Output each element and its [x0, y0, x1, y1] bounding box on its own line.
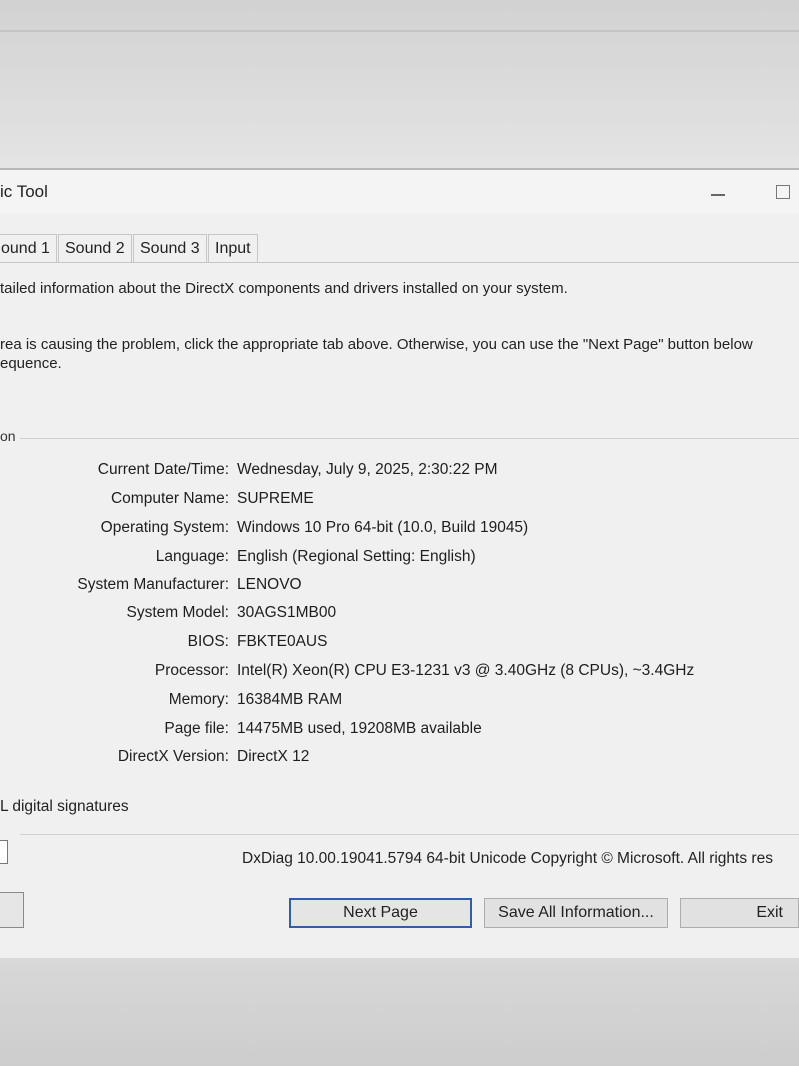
info-value: FBKTE0AUS: [237, 633, 328, 650]
info-row-bios: BIOS: FBKTE0AUS: [0, 633, 799, 659]
info-label: Page file:: [164, 720, 229, 737]
exit-button[interactable]: Exit: [680, 898, 799, 928]
info-row-page-file: Page file: 14475MB used, 19208MB availab…: [0, 720, 799, 746]
info-value: English (Regional Setting: English): [237, 548, 476, 565]
info-value: Wednesday, July 9, 2025, 2:30:22 PM: [237, 461, 498, 478]
background-bottom: [0, 958, 799, 1066]
dxdiag-window: ic Tool ound 1 Sound 2 Sound 3 Input tai…: [0, 168, 799, 960]
info-row-current-date-time: Current Date/Time: Wednesday, July 9, 20…: [0, 461, 799, 487]
background-top: [0, 0, 799, 168]
info-row-system-model: System Model: 30AGS1MB00: [0, 604, 799, 630]
next-page-button[interactable]: Next Page: [289, 898, 472, 928]
info-value: LENOVO: [237, 576, 302, 593]
tab-sound-2[interactable]: Sound 2: [58, 234, 132, 262]
progress-box: [0, 840, 8, 864]
tab-sound-1[interactable]: ound 1: [0, 234, 57, 262]
info-value: 14475MB used, 19208MB available: [237, 720, 482, 737]
screen: ic Tool ound 1 Sound 2 Sound 3 Input tai…: [0, 0, 799, 1066]
info-row-operating-system: Operating System: Windows 10 Pro 64-bit …: [0, 519, 799, 545]
info-value: DirectX 12: [237, 748, 310, 765]
window-title: ic Tool: [0, 182, 48, 201]
description-line-2: rea is causing the problem, click the ap…: [0, 336, 753, 353]
maximize-icon: [776, 185, 790, 199]
tab-strip: ound 1 Sound 2 Sound 3 Input: [0, 234, 799, 263]
info-value: Windows 10 Pro 64-bit (10.0, Build 19045…: [237, 519, 529, 536]
description-line-3: equence.: [0, 355, 62, 372]
title-bar[interactable]: ic Tool: [0, 170, 799, 214]
info-value: SUPREME: [237, 490, 314, 507]
minimize-button[interactable]: [703, 178, 733, 206]
help-button[interactable]: [0, 892, 24, 928]
info-label: Processor:: [154, 662, 229, 679]
minimize-icon: [711, 194, 725, 196]
group-divider: [20, 438, 799, 439]
info-label: System Model:: [126, 604, 229, 621]
maximize-button[interactable]: [768, 178, 798, 206]
info-label: Language:: [155, 548, 229, 565]
info-label: Memory:: [168, 691, 229, 708]
info-row-system-manufacturer: System Manufacturer: LENOVO: [0, 576, 799, 602]
info-row-memory: Memory: 16384MB RAM: [0, 691, 799, 717]
footer-divider: [20, 834, 799, 835]
description-line-1: tailed information about the DirectX com…: [0, 280, 568, 297]
system-information-group-label: on: [0, 428, 16, 444]
background-edge: [0, 30, 799, 32]
info-label: BIOS:: [187, 633, 229, 650]
info-label: Operating System:: [100, 519, 229, 536]
info-value: 16384MB RAM: [237, 691, 343, 708]
info-row-directx-version: DirectX Version: DirectX 12: [0, 748, 799, 774]
whql-checkbox-label[interactable]: L digital signatures: [0, 798, 129, 816]
info-label: Current Date/Time:: [97, 461, 229, 478]
tab-sound-3[interactable]: Sound 3: [133, 234, 207, 262]
info-value: 30AGS1MB00: [237, 604, 337, 621]
info-row-computer-name: Computer Name: SUPREME: [0, 490, 799, 516]
version-copyright-text: DxDiag 10.00.19041.5794 64-bit Unicode C…: [242, 850, 773, 867]
info-row-language: Language: English (Regional Setting: Eng…: [0, 548, 799, 574]
save-all-information-button[interactable]: Save All Information...: [484, 898, 668, 928]
tab-input[interactable]: Input: [208, 234, 258, 262]
info-label: Computer Name:: [110, 490, 229, 507]
info-label: System Manufacturer:: [77, 576, 229, 593]
info-row-processor: Processor: Intel(R) Xeon(R) CPU E3-1231 …: [0, 662, 799, 688]
info-value: Intel(R) Xeon(R) CPU E3-1231 v3 @ 3.40GH…: [237, 662, 695, 679]
info-label: DirectX Version:: [117, 748, 229, 765]
